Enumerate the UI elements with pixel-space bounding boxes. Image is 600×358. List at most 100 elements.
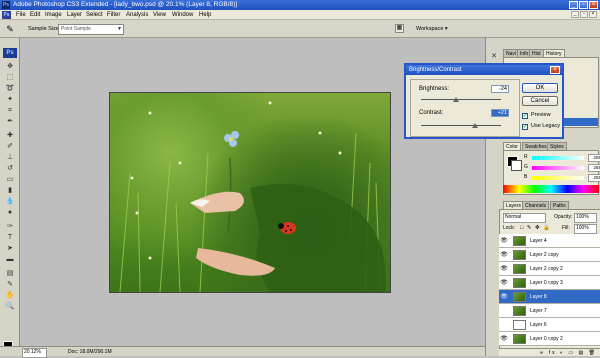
tab-history[interactable]: History [543, 49, 565, 57]
clone-stamp-tool-icon[interactable]: ⊥ [4, 153, 16, 163]
blur-tool-icon[interactable]: 💧 [4, 197, 16, 207]
layer-row[interactable]: 👁 Layer 4 [499, 234, 600, 248]
lasso-tool-icon[interactable]: ➰ [4, 84, 16, 94]
layer-row[interactable]: 👁 Layer 2 copy [499, 248, 600, 262]
brightness-input[interactable]: -24 [491, 85, 509, 93]
visibility-eye-icon[interactable]: 👁 [500, 279, 508, 287]
lock-label: Lock: [503, 225, 515, 231]
color-bg-swatch[interactable] [511, 160, 522, 171]
layer-row[interactable]: 👁 Layer 0 copy 2 [499, 332, 600, 346]
move-tool-icon[interactable]: ✥ [4, 62, 16, 72]
tab-swatches[interactable]: Swatches [522, 142, 550, 150]
history-brush-tool-icon[interactable]: ↺ [4, 164, 16, 174]
restore-button[interactable]: ▫ [579, 1, 588, 9]
grid-view-icon[interactable]: ▦ [395, 24, 404, 33]
document-image[interactable] [109, 92, 391, 293]
zoom-tool-icon[interactable]: 🔍 [4, 302, 16, 312]
sample-size-select[interactable]: Point Sample ▼ [58, 24, 124, 35]
eraser-tool-icon[interactable]: ▭ [4, 175, 16, 185]
tab-color[interactable]: Color [503, 142, 521, 150]
crop-tool-icon[interactable]: ⌗ [4, 106, 16, 116]
shape-tool-icon[interactable]: ▬ [4, 255, 16, 265]
hand-tool-icon[interactable]: ✋ [4, 291, 16, 301]
menu-select[interactable]: Select [85, 10, 104, 20]
menu-file[interactable]: File [15, 10, 27, 20]
visibility-eye-icon[interactable] [500, 307, 508, 315]
opacity-field[interactable]: 100% [574, 213, 597, 223]
tab-hist[interactable]: Hist [529, 49, 544, 57]
eyedropper-icon[interactable]: ✎ [4, 23, 16, 35]
contrast-slider[interactable] [421, 125, 501, 126]
close-button[interactable]: × [589, 1, 598, 9]
eyedropper-active-tool-icon[interactable]: ✎ [4, 280, 16, 290]
green-channel-label: G [524, 164, 528, 170]
red-value[interactable]: 255 [588, 154, 600, 162]
green-value[interactable]: 255 [588, 164, 600, 172]
lock-icons[interactable]: □ ✎ ✥ 🔒 [520, 224, 551, 232]
gradient-tool-icon[interactable]: ▮ [4, 186, 16, 196]
visibility-eye-icon[interactable]: 👁 [500, 251, 508, 259]
contrast-slider-thumb[interactable] [472, 123, 478, 128]
visibility-eye-icon[interactable] [500, 321, 508, 329]
tab-layers[interactable]: Layers [503, 201, 525, 209]
blue-slider-track[interactable] [532, 176, 584, 180]
red-slider-track[interactable] [532, 156, 584, 160]
blue-value[interactable]: 255 [588, 174, 600, 182]
doc-restore-button[interactable]: ▫ [580, 11, 588, 18]
brightness-slider[interactable] [421, 99, 501, 100]
contrast-input[interactable]: +21 [491, 109, 509, 117]
layer-row[interactable]: 👁 Layer 0 copy 3 [499, 276, 600, 290]
brightness-slider-thumb[interactable] [453, 97, 459, 102]
magic-wand-tool-icon[interactable]: ✦ [4, 95, 16, 105]
minimize-button[interactable]: _ [569, 1, 578, 9]
path-selection-tool-icon[interactable]: ➤ [4, 244, 16, 254]
type-tool-icon[interactable]: T [4, 233, 16, 243]
tools-panel: Ps ✥ ⬚ ➰ ✦ ⌗ ✒ ✚ ✐ ⊥ ↺ ▭ ▮ 💧 ● ✑ T ➤ ▬ ▤… [0, 38, 20, 356]
visibility-eye-icon[interactable]: 👁 [500, 335, 508, 343]
tab-paths[interactable]: Paths [550, 201, 569, 209]
doc-minimize-button[interactable]: _ [571, 11, 579, 18]
menu-analysis[interactable]: Analysis [125, 10, 149, 20]
status-bar: 20.12% Doc: 18.0M/290.1M [0, 346, 485, 358]
layer-row[interactable]: 👁 Layer 2 copy 2 [499, 262, 600, 276]
layer-row[interactable]: Layer 6 [499, 318, 600, 332]
use-legacy-checkbox[interactable]: ✔ [522, 124, 528, 130]
layer-name: Layer 4 [530, 238, 547, 244]
notes-tool-icon[interactable]: ▤ [4, 269, 16, 279]
visibility-eye-icon[interactable]: 👁 [500, 237, 508, 245]
fill-field[interactable]: 100% [574, 224, 597, 234]
ok-button[interactable]: OK [522, 83, 558, 93]
doc-close-button[interactable]: × [589, 11, 597, 18]
visibility-eye-icon[interactable]: 👁 [500, 293, 508, 301]
dialog-close-button[interactable]: × [550, 66, 560, 74]
dodge-tool-icon[interactable]: ● [4, 208, 16, 218]
visibility-eye-icon[interactable]: 👁 [500, 265, 508, 273]
layer-thumbnail [513, 236, 526, 246]
preview-checkbox[interactable]: ✔ [522, 113, 528, 119]
tab-styles[interactable]: Styles [547, 142, 567, 150]
zoom-level-field[interactable]: 20.12% [22, 348, 47, 358]
layer-row[interactable]: 👁 Layer 8 [499, 290, 600, 304]
menu-edit[interactable]: Edit [29, 10, 41, 20]
cancel-button[interactable]: Cancel [522, 96, 558, 106]
menu-view[interactable]: View [152, 10, 167, 20]
blend-mode-select[interactable]: Normal [503, 213, 546, 223]
menu-help[interactable]: Help [198, 10, 212, 20]
healing-brush-tool-icon[interactable]: ✚ [4, 131, 16, 141]
menu-filter[interactable]: Filter [106, 10, 121, 20]
tab-channels[interactable]: Channels [522, 201, 550, 209]
workspace-button[interactable]: Workspace ▾ [416, 24, 464, 34]
layers-footer-buttons[interactable]: ∞ fx ◐ ▭ ▤ 🗑 [499, 348, 600, 356]
marquee-tool-icon[interactable]: ⬚ [4, 73, 16, 83]
menu-layer[interactable]: Layer [66, 10, 83, 20]
photoshop-logo-icon: Ps [2, 11, 11, 19]
eyedropper-tool-icon[interactable]: ✒ [4, 117, 16, 127]
tools-preset-icon[interactable]: ✕ [489, 52, 499, 62]
pen-tool-icon[interactable]: ✑ [4, 222, 16, 232]
brush-tool-icon[interactable]: ✐ [4, 142, 16, 152]
menu-window[interactable]: Window [171, 10, 194, 20]
color-spectrum[interactable] [503, 185, 599, 193]
menu-image[interactable]: Image [44, 10, 63, 20]
layer-row[interactable]: Layer 7 [499, 304, 600, 318]
green-slider-track[interactable] [532, 166, 584, 170]
